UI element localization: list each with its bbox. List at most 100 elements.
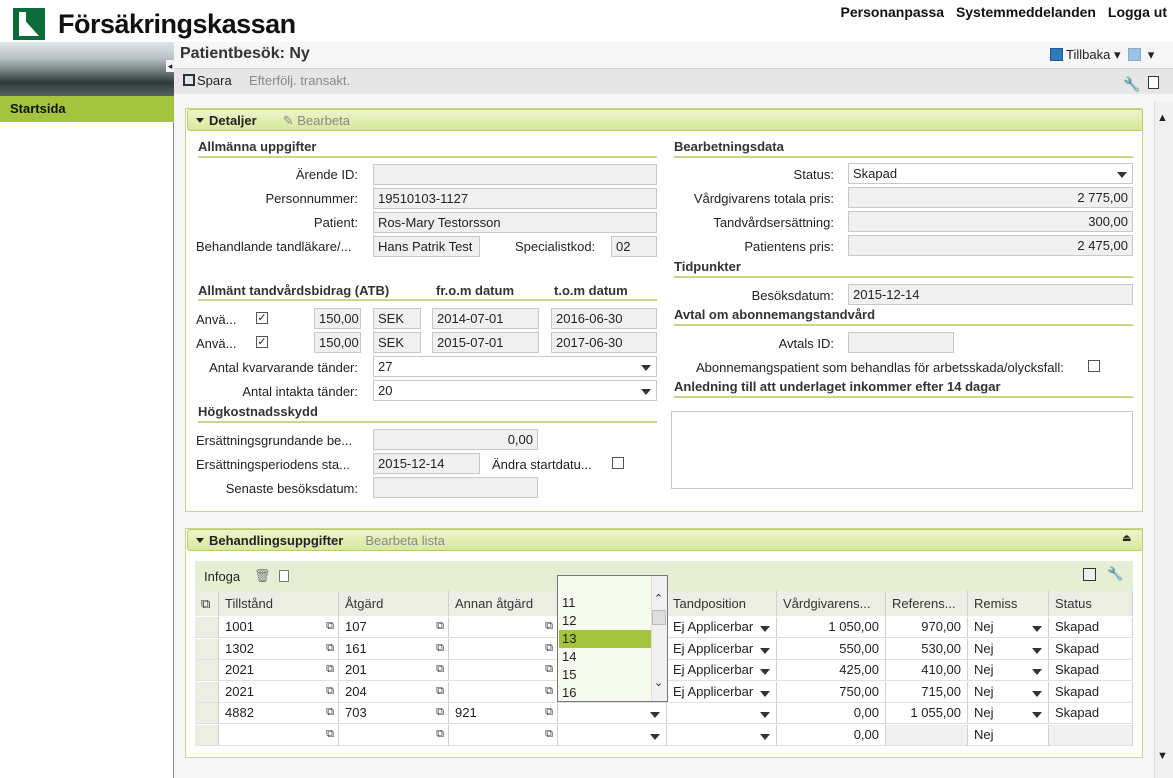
cell-tillstand[interactable]: 4882 ⧉ [219, 703, 339, 724]
lookup-icon[interactable]: ⧉ [326, 620, 334, 633]
lookup-icon[interactable]: ⧉ [436, 685, 444, 698]
system-messages-link[interactable]: Systemmeddelanden [956, 4, 1096, 20]
lookup-icon[interactable]: ⧉ [545, 620, 553, 633]
chevron-down-icon[interactable] [760, 647, 770, 654]
lookup-icon[interactable]: ⧉ [436, 706, 444, 719]
remaining-teeth-select[interactable]: 27 [373, 356, 657, 377]
collapse-panel-icon[interactable]: ⏏ [1122, 533, 1131, 544]
details-header[interactable]: Detaljer ✎ Bearbeta [187, 109, 1143, 131]
cell-reference[interactable]: 410,00 [886, 660, 968, 681]
cell-tooth[interactable] [558, 703, 667, 724]
save-button[interactable]: Spara [183, 73, 232, 88]
cell-annan-atgard[interactable]: ⧉ [449, 617, 558, 638]
cell-remiss[interactable]: Nej [968, 660, 1049, 681]
cell-remiss[interactable]: Nej [968, 724, 1049, 746]
atb-to[interactable]: 2017-06-30 [551, 332, 657, 353]
cell-atgard[interactable]: ⧉ [339, 724, 449, 746]
column-chooser-icon[interactable]: ⧉ [195, 591, 219, 616]
print-icon[interactable] [1148, 76, 1159, 89]
period-field[interactable]: 2015-12-14 [373, 453, 480, 474]
row-selector[interactable] [195, 724, 219, 746]
cell-atgard[interactable]: 204 ⧉ [339, 681, 449, 703]
col-tillstand[interactable]: Tillstånd [219, 591, 339, 616]
cell-tandposition[interactable] [667, 703, 777, 724]
lookup-icon[interactable]: ⧉ [436, 728, 444, 741]
arende-field[interactable] [373, 164, 657, 185]
forward-icon[interactable] [1128, 48, 1142, 61]
cell-reference[interactable]: 970,00 [886, 617, 968, 638]
dropdown-option[interactable]: 12 [559, 612, 651, 630]
compensation-field[interactable]: 300,00 [848, 211, 1133, 232]
chevron-down-icon[interactable] [760, 690, 770, 697]
chevron-down-icon[interactable] [760, 712, 770, 718]
dropdown-option[interactable]: 16 [559, 684, 651, 701]
chevron-down-icon[interactable] [650, 733, 660, 740]
col-annan-atgard[interactable]: Annan åtgärd [449, 591, 558, 616]
cell-remiss[interactable]: Nej [968, 617, 1049, 638]
cell-tandposition[interactable] [667, 724, 777, 746]
insert-button[interactable]: Infoga [204, 569, 240, 584]
edit-button[interactable]: ✎ Bearbeta [283, 113, 350, 128]
dropdown-option[interactable]: 11 [559, 594, 651, 612]
cell-status[interactable]: Skapad [1049, 617, 1133, 638]
cell-price[interactable]: 0,00 [777, 724, 886, 746]
lookup-icon[interactable]: ⧉ [545, 706, 553, 719]
row-selector[interactable] [195, 681, 219, 703]
lookup-icon[interactable]: ⧉ [436, 620, 444, 633]
agreement-id-field[interactable] [848, 332, 954, 353]
dropdown-scroll-down-icon[interactable]: ⌄ [654, 676, 663, 689]
cell-remiss[interactable]: Nej [968, 681, 1049, 703]
intact-teeth-select[interactable]: 20 [373, 380, 657, 401]
cell-tandposition[interactable]: Ej Applicerbar [667, 660, 777, 681]
lookup-icon[interactable]: ⧉ [436, 663, 444, 676]
scroll-down-icon[interactable]: ▼ [1157, 750, 1168, 762]
col-vardgivarens[interactable]: Vårdgivarens... [777, 591, 886, 616]
cell-atgard[interactable]: 161 ⧉ [339, 638, 449, 660]
lookup-icon[interactable]: ⧉ [326, 685, 334, 698]
chevron-down-icon[interactable] [650, 712, 660, 718]
visit-date-field[interactable]: 2015-12-14 [848, 284, 1133, 305]
cell-tillstand[interactable]: 1302 ⧉ [219, 638, 339, 660]
export-icon[interactable] [1083, 568, 1096, 581]
back-button[interactable]: Tillbaka ▾ ▾ [1050, 47, 1154, 63]
copy-icon[interactable] [279, 570, 289, 582]
col-tandposition[interactable]: Tandposition [667, 591, 777, 616]
delete-icon[interactable]: 🗑 [254, 568, 271, 584]
row-selector[interactable] [195, 617, 219, 638]
chevron-down-icon[interactable] [1032, 712, 1042, 718]
chevron-down-icon[interactable] [1032, 626, 1042, 632]
cell-atgard[interactable]: 201 ⧉ [339, 660, 449, 681]
patient-field[interactable]: Ros-Mary Testorsson [373, 212, 657, 233]
cell-tandposition[interactable]: Ej Applicerbar [667, 638, 777, 660]
total-price-field[interactable]: 2 775,00 [848, 187, 1133, 208]
lookup-icon[interactable]: ⧉ [545, 728, 553, 741]
atb-to[interactable]: 2016-06-30 [551, 308, 657, 329]
scroll-up-icon[interactable]: ▲ [1157, 112, 1168, 124]
atb-currency[interactable]: SEK [373, 332, 421, 353]
lookup-icon[interactable]: ⧉ [326, 663, 334, 676]
cell-status[interactable]: Skapad [1049, 638, 1133, 660]
cell-tandposition[interactable]: Ej Applicerbar [667, 617, 777, 638]
cell-annan-atgard[interactable]: ⧉ [449, 638, 558, 660]
dentist-field[interactable]: Hans Patrik Test [373, 236, 480, 257]
basis-field[interactable]: 0,00 [373, 429, 538, 450]
collapse-left-icon[interactable]: ◂ [166, 60, 174, 72]
chevron-down-icon[interactable] [1032, 669, 1042, 675]
cell-tillstand[interactable]: ⧉ [219, 724, 339, 746]
logout-link[interactable]: Logga ut [1108, 4, 1167, 20]
row-selector[interactable] [195, 638, 219, 660]
cell-status[interactable]: Skapad [1049, 681, 1133, 703]
cell-tooth[interactable] [558, 724, 667, 746]
chevron-down-icon[interactable] [760, 626, 770, 632]
atb-amount[interactable]: 150,00 [314, 308, 361, 329]
last-visit-field[interactable] [373, 477, 538, 498]
lookup-icon[interactable]: ⧉ [436, 642, 444, 655]
atb-checkbox[interactable]: ✓ [256, 336, 268, 348]
atb-from[interactable]: 2015-07-01 [432, 332, 539, 353]
cell-price[interactable]: 1 050,00 [777, 617, 886, 638]
lookup-icon[interactable]: ⧉ [326, 706, 334, 719]
settings-icon[interactable]: 🔧 [1107, 566, 1123, 582]
dropdown-scroll-up-icon[interactable]: ⌃ [654, 592, 663, 605]
col-status[interactable]: Status [1049, 591, 1133, 616]
reason-textarea[interactable] [671, 411, 1133, 489]
